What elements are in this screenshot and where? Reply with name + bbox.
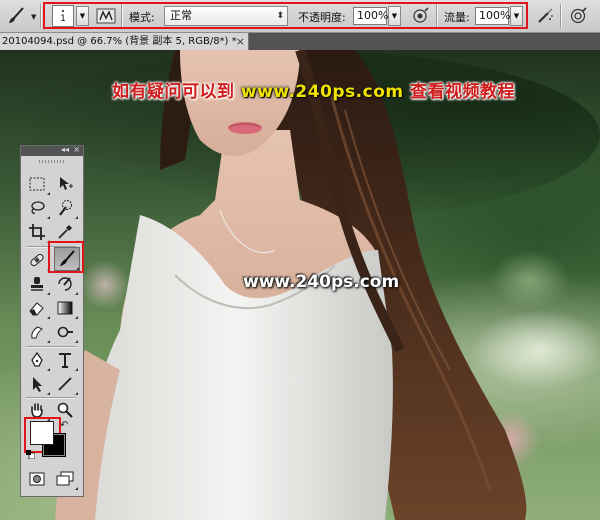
arrow-pointer-icon [33, 377, 42, 392]
quick-mask-tool[interactable] [26, 468, 50, 490]
document-canvas[interactable]: 如有疑问可以到 www.240ps.com 查看视频教程 www.240ps.c… [0, 50, 600, 520]
swap-colors-icon[interactable]: ↶ [60, 420, 68, 431]
tool-separator [26, 346, 76, 348]
submenu-indicator [75, 392, 78, 395]
healing-brush-tool[interactable] [26, 249, 50, 271]
submenu-indicator [75, 216, 78, 219]
crop-tool[interactable] [26, 221, 50, 243]
airbrush-button[interactable] [534, 5, 556, 27]
line-tool[interactable] [54, 373, 78, 395]
watermark-top: 如有疑问可以到 www.240ps.com 查看视频教程 [112, 77, 515, 102]
type-icon [59, 353, 71, 368]
submenu-indicator [75, 487, 78, 490]
brush-tool-highlight [48, 241, 84, 273]
airbrush-icon [538, 8, 553, 23]
options-bar: ▼ 1 ▼ 模式: 正常 ⬍ 不透明度: 100% ▼ 流量: 100% ▼ [0, 0, 600, 33]
submenu-indicator [47, 340, 50, 343]
path-selection-tool[interactable] [26, 373, 50, 395]
eyedropper-icon [58, 225, 72, 239]
crop-icon [29, 224, 45, 240]
separator [560, 4, 562, 28]
watermark-center: www.240ps.com [243, 272, 400, 292]
type-tool[interactable] [54, 349, 78, 371]
submenu-indicator [47, 316, 50, 319]
rectangular-marquee-icon [29, 177, 45, 191]
chevron-down-icon: ▼ [31, 13, 37, 21]
band-aid-icon [30, 253, 44, 267]
submenu-indicator [75, 368, 78, 371]
submenu-indicator [47, 368, 50, 371]
marquee-tool[interactable] [26, 173, 50, 195]
foreground-color-swatch[interactable] [30, 421, 54, 445]
submenu-indicator [47, 216, 50, 219]
screen-mode-tool[interactable] [54, 468, 78, 490]
watermark-top-url: www.240ps.com [240, 82, 404, 102]
document-tab[interactable]: 20104094.psd @ 66.7% (背景 副本 5, RGB/8*) *… [0, 33, 249, 50]
default-colors-icon[interactable] [26, 450, 35, 459]
lasso-tool[interactable] [26, 197, 50, 219]
close-icon[interactable]: × [236, 33, 245, 50]
panel-grip[interactable] [39, 160, 65, 163]
submenu-indicator [75, 340, 78, 343]
separator [40, 4, 42, 28]
submenu-indicator [75, 316, 78, 319]
quick-selection-icon [59, 200, 72, 216]
submenu-indicator [75, 292, 78, 295]
move-tool[interactable] [54, 173, 78, 195]
watermark-top-prefix: 如有疑问可以到 [112, 82, 235, 102]
collapse-icon[interactable]: ◂◂ [61, 145, 69, 154]
line-icon [58, 377, 72, 391]
tool-preset-picker[interactable]: ▼ [4, 5, 38, 27]
history-brush-tool[interactable] [54, 273, 78, 295]
eraser-icon [29, 302, 44, 316]
close-icon[interactable]: × [73, 145, 80, 154]
dodge-icon [57, 326, 73, 338]
pressure-size-button[interactable] [567, 5, 589, 27]
quick-mask-icon [29, 472, 45, 486]
document-title: 20104094.psd @ 66.7% (背景 副本 5, RGB/8*) * [2, 36, 237, 47]
gradient-tool[interactable] [54, 297, 78, 319]
document-tab-bar: 20104094.psd @ 66.7% (背景 副本 5, RGB/8*) *… [0, 33, 600, 50]
highlight-frame [43, 2, 528, 29]
eraser-tool[interactable] [26, 297, 50, 319]
submenu-indicator [47, 392, 50, 395]
submenu-indicator [47, 292, 50, 295]
pen-tool[interactable] [26, 349, 50, 371]
tools-panel-header[interactable]: ◂◂ × [21, 145, 83, 156]
watermark-top-suffix: 查看视频教程 [410, 82, 516, 102]
dodge-tool[interactable] [54, 321, 78, 343]
submenu-indicator [47, 192, 50, 195]
gradient-icon [57, 301, 73, 315]
stamp-icon [31, 277, 43, 291]
screen-mode-icon [56, 471, 74, 486]
clone-stamp-tool[interactable] [26, 273, 50, 295]
pressure-size-icon [570, 7, 587, 24]
eyedropper-tool[interactable] [54, 221, 78, 243]
move-icon [60, 177, 73, 190]
smudge-icon [31, 326, 43, 339]
lasso-icon [31, 201, 45, 214]
pen-icon [31, 351, 43, 367]
history-brush-icon [58, 277, 72, 291]
blur-tool[interactable] [26, 321, 50, 343]
brush-preset-icon [9, 7, 24, 23]
quick-selection-tool[interactable] [54, 197, 78, 219]
